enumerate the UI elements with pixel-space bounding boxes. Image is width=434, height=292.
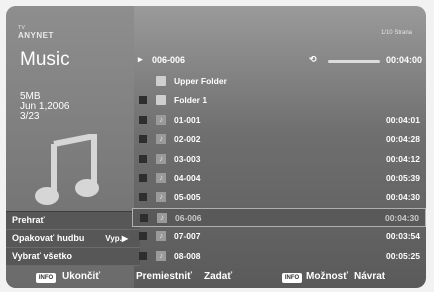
progress-bar [328, 60, 380, 63]
now-playing-track: 006-006 [152, 55, 186, 65]
list-item[interactable]: ♪ 05-005 00:04:30 [132, 188, 426, 207]
list-item-duration: 00:04:12 [385, 153, 420, 164]
folder-icon [156, 76, 166, 86]
list-item-duration: 00:04:28 [385, 134, 420, 145]
option-button-chip[interactable]: INFO [282, 273, 302, 283]
music-note-icon [35, 134, 99, 205]
list-item[interactable]: ♪ 04-004 00:05:39 [132, 169, 426, 188]
list-item-name: Folder 1 [174, 95, 208, 106]
file-info: 5MB Jun 1,2006 3/23 [20, 92, 70, 122]
list-item[interactable]: ♪ 03-003 00:04:12 [132, 150, 426, 169]
music-file-icon: ♪ [156, 134, 166, 145]
exit-label[interactable]: Ukončiť [62, 271, 100, 282]
menu-item-label: Prehrať [12, 215, 45, 225]
list-item[interactable]: Folder 1 [132, 91, 426, 110]
list-item-name: 04-004 [174, 172, 201, 183]
file-browser: 1/10 Strana ▸ 006-006 ⟲ 00:04:00 Upper F… [132, 6, 426, 268]
checkbox[interactable] [139, 193, 147, 202]
file-index: 3/23 [20, 111, 40, 122]
checkbox[interactable] [139, 154, 147, 163]
checkbox[interactable] [139, 232, 147, 241]
list-item-name: 02-002 [174, 134, 201, 145]
button-guide-bar: INFO Ukončiť Premiestniť Zadať INFO Možn… [6, 268, 426, 288]
menu-item-label: Vybrať všetko [12, 251, 73, 261]
checkbox[interactable] [139, 96, 147, 105]
repeat-icon: ⟲ [309, 54, 317, 64]
enter-label[interactable]: Zadať [204, 271, 232, 282]
info-button-chip[interactable]: INFO [36, 273, 56, 283]
music-file-icon: ♪ [156, 192, 166, 203]
brand-logo: TV ANYNET [18, 24, 54, 40]
music-file-icon: ♪ [156, 172, 166, 183]
menu-item-repeat-music[interactable]: Opakovať hudbu Vyp.▶ [6, 230, 140, 248]
list-item-duration: 00:04:30 [384, 212, 419, 223]
music-file-icon: ♪ [156, 114, 166, 125]
list-item-name: 07-007 [174, 231, 201, 242]
brand-line2: ANYNET [18, 31, 54, 40]
list-item-name: Upper Folder [174, 76, 227, 86]
checkbox[interactable] [139, 251, 147, 260]
checkbox[interactable] [139, 173, 147, 182]
list-item-selected[interactable]: ♪ 06-006 00:04:30 [132, 207, 426, 228]
now-playing-bar: ▸ 006-006 ⟲ 00:04:00 [132, 53, 426, 69]
music-file-icon: ♪ [157, 212, 167, 223]
now-playing-time: 00:04:00 [386, 55, 423, 65]
page-indicator: 1/10 Strana [380, 30, 412, 36]
list-item[interactable]: Upper Folder [132, 72, 426, 91]
folder-icon [156, 95, 166, 106]
list-item[interactable]: ♪ 08-008 00:05:25 [132, 247, 426, 266]
list-item-name: 05-005 [174, 192, 201, 203]
menu-item-label: Opakovať hudbu [12, 233, 85, 243]
menu-item-select-all[interactable]: Vybrať všetko [6, 248, 140, 266]
move-label[interactable]: Premiestniť [136, 271, 192, 282]
checkbox[interactable] [140, 213, 148, 222]
checkbox[interactable] [139, 115, 147, 124]
checkbox[interactable] [139, 135, 147, 144]
list-item-duration: 00:04:30 [385, 192, 420, 203]
music-file-icon: ♪ [156, 231, 166, 242]
return-label[interactable]: Návrat [354, 271, 385, 282]
list-item[interactable]: ♪ 01-001 00:04:01 [132, 111, 426, 130]
list-item-duration: 00:03:54 [385, 231, 420, 242]
list-item-name: 01-001 [174, 114, 201, 125]
music-file-icon: ♪ [156, 153, 166, 164]
list-item-name: 06-006 [175, 212, 202, 223]
list-item-name: 08-008 [174, 250, 201, 261]
repeat-option-value[interactable]: Vyp.▶ [105, 230, 128, 247]
list-item[interactable]: ♪ 02-002 00:04:28 [132, 130, 426, 149]
list-item-name: 03-003 [174, 153, 201, 164]
tv-screen: TV ANYNET Music 5MB Jun 1,2006 3/23 Preh… [6, 6, 426, 288]
list-item-duration: 00:05:39 [385, 172, 420, 183]
list-item-duration: 00:04:01 [385, 114, 420, 125]
list-item-duration: 00:05:25 [385, 250, 420, 261]
menu-item-play[interactable]: Prehrať [6, 212, 140, 230]
context-menu: Prehrať Opakovať hudbu Vyp.▶ Vybrať všet… [6, 211, 140, 266]
list-item[interactable]: ♪ 07-007 00:03:54 [132, 227, 426, 246]
music-file-icon: ♪ [156, 250, 166, 261]
option-label[interactable]: Možnosť [306, 271, 348, 282]
play-icon: ▸ [138, 54, 143, 64]
file-list: Upper Folder Folder 1 ♪ 01-001 00:04:01 … [132, 72, 426, 266]
page-title: Music [20, 49, 70, 70]
